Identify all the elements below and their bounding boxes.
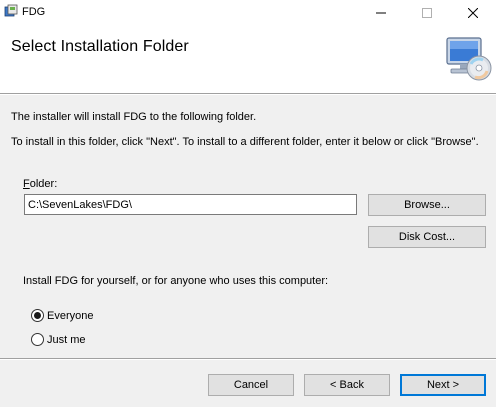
everyone-radio-label[interactable]: Everyone	[47, 310, 93, 322]
footer-separator-highlight	[0, 359, 496, 360]
close-icon	[468, 8, 478, 18]
browse-button[interactable]: Browse...	[368, 194, 486, 216]
folder-label-text: older:	[29, 178, 58, 190]
cancel-button[interactable]: Cancel	[208, 374, 294, 396]
just-me-radio-label[interactable]: Just me	[47, 334, 86, 346]
back-button[interactable]: < Back	[304, 374, 390, 396]
close-button[interactable]	[450, 0, 496, 26]
title-bar: FDG	[0, 0, 496, 26]
installer-app-icon	[4, 4, 18, 17]
computer-cd-icon	[446, 37, 492, 81]
folder-label-accelerator: F	[23, 178, 30, 190]
window-title: FDG	[22, 6, 46, 18]
minimize-button[interactable]	[358, 0, 404, 26]
maximize-icon	[422, 8, 432, 18]
info-text-1: The installer will install FDG to the fo…	[11, 111, 257, 123]
header-banner: Select Installation Folder	[0, 26, 496, 94]
page-title: Select Installation Folder	[11, 38, 189, 55]
info-text-2: To install in this folder, click "Next".…	[11, 136, 479, 148]
minimize-icon	[376, 12, 386, 14]
disk-cost-button[interactable]: Disk Cost...	[368, 226, 486, 248]
banner-divider	[0, 94, 496, 95]
install-scope-text: Install FDG for yourself, or for anyone …	[23, 275, 329, 287]
next-button[interactable]: Next >	[400, 374, 486, 396]
folder-input[interactable]	[24, 194, 357, 215]
folder-label: Folder:	[23, 178, 57, 190]
just-me-radio[interactable]	[31, 333, 44, 346]
everyone-radio[interactable]	[31, 309, 44, 322]
maximize-button[interactable]	[404, 0, 450, 26]
